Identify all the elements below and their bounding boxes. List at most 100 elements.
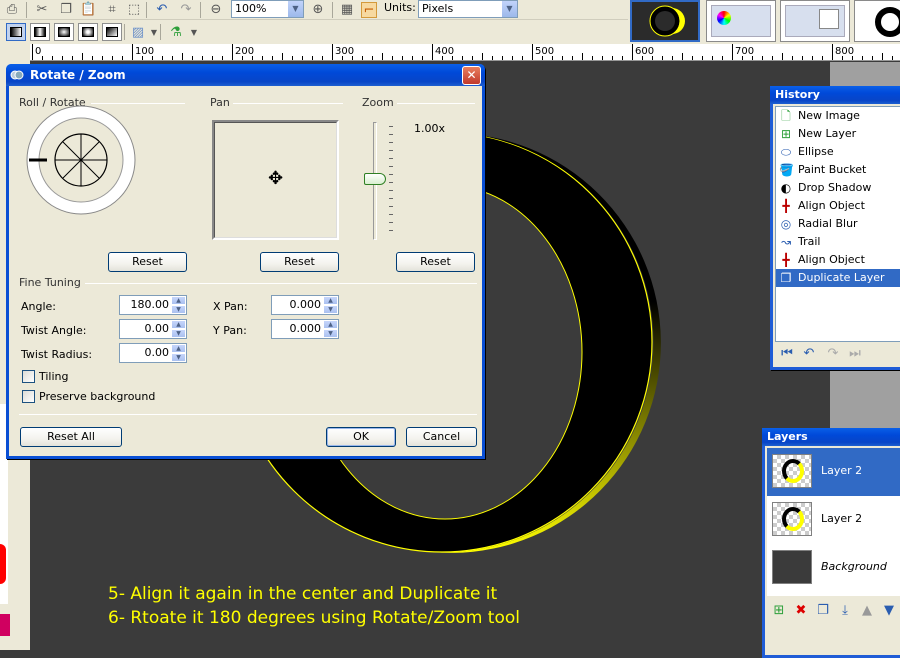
spin-down-icon[interactable]: ▼ <box>323 305 338 314</box>
history-panel: History 🗋 New Image ⊞ New Layer ⬭ Ellipse 🪣 Pai… <box>770 86 900 370</box>
zoom-header: Zoom <box>362 96 394 109</box>
tiling-checkbox[interactable] <box>22 370 35 383</box>
history-title: History <box>775 88 820 101</box>
zoom-slider-tick <box>389 206 393 207</box>
layer-name: Layer 2 <box>821 512 863 525</box>
history-item[interactable]: ◐ Drop Shadow <box>776 179 900 197</box>
divider <box>19 414 477 415</box>
zoom-slider-tick <box>389 230 393 231</box>
history-fast-forward-icon[interactable]: ⏭ <box>847 346 863 362</box>
add-layer-icon[interactable]: ⊞ <box>771 603 787 619</box>
merge-layer-down-icon[interactable]: ⤓ <box>837 603 853 619</box>
zoom-slider-tick <box>389 134 393 135</box>
new-layer-icon: ⊞ <box>780 127 792 141</box>
spin-up-icon[interactable]: ▲ <box>171 344 186 353</box>
dialog-titlebar[interactable]: Rotate / Zoom ✕ <box>6 64 485 86</box>
history-item[interactable]: ↝ Trail <box>776 233 900 251</box>
history-item[interactable]: ❐ Duplicate Layer <box>776 269 900 287</box>
history-item[interactable]: ◎ Radial Blur <box>776 215 900 233</box>
twist-radius-label: Twist Radius: <box>21 348 93 361</box>
history-titlebar[interactable]: History <box>770 86 900 104</box>
zoom-value: 1.00x <box>414 122 446 135</box>
history-item[interactable]: ╋ Align Object <box>776 197 900 215</box>
caption-line-1: 5- Align it again in the center and Dupl… <box>108 584 498 604</box>
spin-down-icon[interactable]: ▼ <box>171 305 186 314</box>
history-undo-icon[interactable]: ↶ <box>801 346 817 362</box>
layer-thumbnail <box>772 454 812 488</box>
history-item[interactable]: 🪣 Paint Bucket <box>776 161 900 179</box>
history-item[interactable]: ⬭ Ellipse <box>776 143 900 161</box>
angle-value: 180.00 <box>130 298 170 311</box>
dialog-title: Rotate / Zoom <box>30 68 126 82</box>
history-rewind-icon[interactable]: ⏮ <box>779 346 795 362</box>
tiling-label: Tiling <box>39 370 69 383</box>
drop-shadow-icon: ◐ <box>780 181 792 195</box>
zoom-slider-tick <box>389 166 393 167</box>
move-crosshair-icon: ✥ <box>268 168 284 189</box>
twist-angle-field[interactable]: 0.00 ▲ ▼ <box>119 319 187 339</box>
history-item-label: Ellipse <box>798 145 834 158</box>
history-item-label: Trail <box>798 235 821 248</box>
history-item-label: Align Object <box>798 253 865 266</box>
spin-down-icon[interactable]: ▼ <box>171 353 186 362</box>
reset-all-button[interactable]: Reset All <box>20 427 122 447</box>
ypan-label: Y Pan: <box>213 324 247 337</box>
move-layer-up-icon[interactable]: ▲ <box>859 603 875 619</box>
move-layer-down-icon[interactable]: ▼ <box>881 603 897 619</box>
reset-zoom-button[interactable]: Reset <box>396 252 475 272</box>
layers-panel: Layers Layer 2 Layer 2 Background ⊞ ✖ ❐ … <box>762 428 900 658</box>
history-item[interactable]: ⊞ New Layer <box>776 125 900 143</box>
spin-up-icon[interactable]: ▲ <box>171 320 186 329</box>
spin-up-icon[interactable]: ▲ <box>323 296 338 305</box>
spin-down-icon[interactable]: ▼ <box>323 329 338 338</box>
history-item-label: Duplicate Layer <box>798 271 885 284</box>
history-item-label: Drop Shadow <box>798 181 872 194</box>
cancel-button[interactable]: Cancel <box>406 427 477 447</box>
layer-name: Background <box>821 560 887 573</box>
spin-up-icon[interactable]: ▲ <box>171 296 186 305</box>
twist-radius-field[interactable]: 0.00 ▲ ▼ <box>119 343 187 363</box>
duplicate-layer-icon: ❐ <box>780 271 792 285</box>
spin-up-icon[interactable]: ▲ <box>323 320 338 329</box>
rotate-zoom-dialog: Rotate / Zoom ✕ Roll / Rotate Pan Zoom ✥… <box>6 64 485 459</box>
zoom-slider-thumb[interactable] <box>364 173 386 185</box>
caption-line-2: 6- Rtoate it 180 degrees using Rotate/Zo… <box>108 608 520 628</box>
layers-list: Layer 2 Layer 2 Background <box>767 448 900 596</box>
history-item[interactable]: 🗋 New Image <box>776 107 900 125</box>
layers-footer: ⊞ ✖ ❐ ⤓ ▲ ▼ <box>767 600 900 624</box>
layer-row[interactable]: Background <box>767 544 900 592</box>
history-item[interactable]: ╋ Align Object <box>776 251 900 269</box>
spin-down-icon[interactable]: ▼ <box>171 329 186 338</box>
angle-field[interactable]: 180.00 ▲ ▼ <box>119 295 187 315</box>
close-button[interactable]: ✕ <box>462 66 481 85</box>
layer-row[interactable]: Layer 2 <box>767 448 900 496</box>
divider <box>233 103 343 104</box>
duplicate-layer-icon[interactable]: ❐ <box>815 603 831 619</box>
align-object-icon: ╋ <box>782 253 790 267</box>
divider <box>397 103 475 104</box>
layers-titlebar[interactable]: Layers <box>762 428 900 446</box>
ok-button[interactable]: OK <box>326 427 396 447</box>
layer-thumbnail <box>772 550 812 584</box>
align-object-icon: ╋ <box>782 199 790 213</box>
roll-rotate-dial[interactable] <box>25 104 137 216</box>
layers-title: Layers <box>767 430 808 443</box>
xpan-value: 0.000 <box>289 298 322 311</box>
twist-angle-value: 0.00 <box>144 322 170 335</box>
xpan-field[interactable]: 0.000 ▲ ▼ <box>271 295 339 315</box>
reset-rotate-button[interactable]: Reset <box>108 252 187 272</box>
pan-box[interactable]: ✥ <box>212 120 339 240</box>
zoom-slider-tick <box>389 142 393 143</box>
ypan-field[interactable]: 0.000 ▲ ▼ <box>271 319 339 339</box>
rotate-zoom-icon <box>10 70 24 80</box>
history-redo-icon[interactable]: ↷ <box>825 346 841 362</box>
delete-layer-icon[interactable]: ✖ <box>793 603 809 619</box>
layer-row[interactable]: Layer 2 <box>767 496 900 544</box>
xpan-label: X Pan: <box>213 300 248 313</box>
preserve-background-checkbox[interactable] <box>22 390 35 403</box>
reset-pan-button[interactable]: Reset <box>260 252 339 272</box>
zoom-slider-tick <box>389 198 393 199</box>
history-item-label: Align Object <box>798 199 865 212</box>
history-item-label: New Layer <box>798 127 857 140</box>
paint-bucket-icon: 🪣 <box>779 163 794 177</box>
